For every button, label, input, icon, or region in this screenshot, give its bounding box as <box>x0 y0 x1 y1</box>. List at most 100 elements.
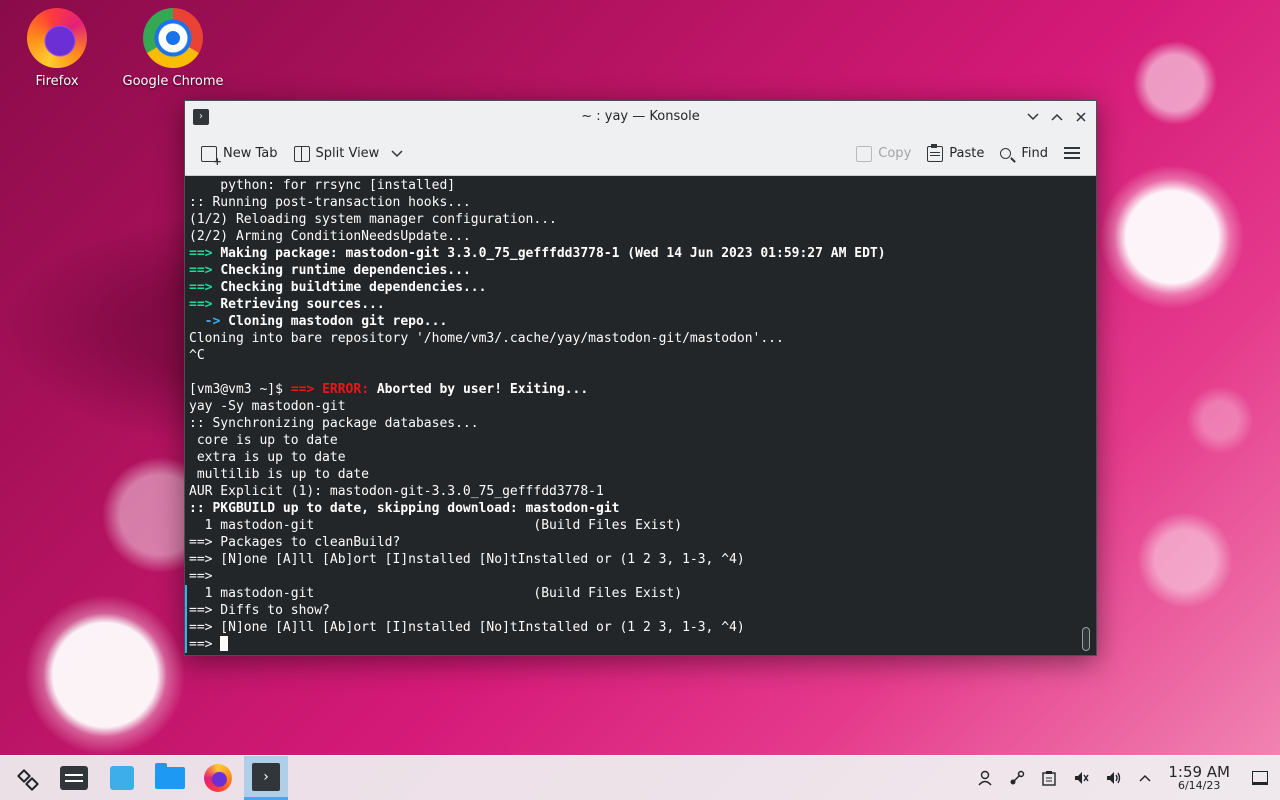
desktop-icon-label: Firefox <box>35 74 79 89</box>
chevron-up-icon <box>1051 113 1063 121</box>
software-store-icon <box>110 766 134 790</box>
konsole-window: › ~ : yay — Konsole New Tab Split View <box>184 100 1097 656</box>
terminal-output[interactable]: python: for rrsync [installed] :: Runnin… <box>185 177 1096 655</box>
desktop-icon-chrome[interactable]: Google Chrome <box>118 8 228 89</box>
terminal-line: ==> Diffs to show? <box>189 603 330 618</box>
find-button[interactable]: Find <box>992 142 1056 165</box>
terminal-line: (2/2) Arming ConditionNeedsUpdate... <box>189 229 471 244</box>
find-label: Find <box>1021 146 1048 161</box>
discover-button[interactable] <box>100 756 144 800</box>
shell-prompt: [vm3@vm3 ~]$ <box>189 382 291 397</box>
arrow-marker: ==> <box>189 297 221 312</box>
konsole-icon: › <box>252 762 280 791</box>
chrome-icon <box>143 8 203 68</box>
new-tab-button[interactable]: New Tab <box>193 142 286 168</box>
new-tab-label: New Tab <box>223 146 278 161</box>
clipboard-icon[interactable] <box>1040 769 1058 787</box>
title-bar[interactable]: › ~ : yay — Konsole <box>185 101 1096 132</box>
terminal-line: core is up to date <box>189 433 338 448</box>
search-icon <box>1000 148 1012 159</box>
konsole-app-icon[interactable]: › <box>193 108 209 125</box>
close-button[interactable] <box>1072 108 1090 126</box>
terminal-line: ==> <box>189 636 1080 653</box>
terminal-line: multilib is up to date <box>189 467 370 482</box>
terminal-line: ==> Checking buildtime dependencies... <box>189 279 1080 296</box>
desktop-icon-label: Google Chrome <box>122 74 224 89</box>
terminal-text: Making package: mastodon-git 3.3.0_75_ge… <box>220 246 886 261</box>
desktop-icon-firefox[interactable]: Firefox <box>2 8 112 89</box>
show-desktop-button[interactable] <box>1252 771 1268 785</box>
arrow-marker: ==> <box>189 280 221 295</box>
text-cursor <box>220 636 229 651</box>
split-view-label: Split View <box>315 146 380 161</box>
launcher-icon <box>16 768 36 788</box>
digital-clock[interactable]: 1:59 AM 6/14/23 <box>1168 762 1230 792</box>
firefox-icon <box>204 764 232 792</box>
arrow-marker: ==> <box>189 263 221 278</box>
terminal-line: :: Running post-transaction hooks... <box>189 195 471 210</box>
arrow-marker: ==> <box>189 246 221 261</box>
paste-icon <box>927 143 944 162</box>
firefox-icon <box>27 8 87 68</box>
terminal-line: 1 mastodon-git (Build Files Exist) <box>189 518 683 533</box>
system-tray: 1:59 AM 6/14/23 <box>976 762 1280 792</box>
minimize-button[interactable] <box>1024 108 1042 126</box>
copy-button[interactable]: Copy <box>848 142 919 166</box>
input-prompt: ==> <box>189 637 221 652</box>
terminal-line: ^C <box>189 348 205 363</box>
firefox-task-button[interactable] <box>196 756 240 800</box>
chevron-up-icon[interactable] <box>1136 769 1154 787</box>
chevron-down-icon <box>1027 112 1039 120</box>
close-icon <box>1076 111 1086 122</box>
settings-icon <box>60 766 88 790</box>
terminal-line: -> Cloning mastodon git repo... <box>189 313 1080 330</box>
konsole-task-button[interactable]: › <box>244 756 288 800</box>
selection-marker <box>185 585 187 653</box>
terminal-text: Retrieving sources... <box>220 297 385 312</box>
taskbar: › 1:59 AM 6/14/23 <box>0 755 1280 800</box>
hamburger-menu-icon <box>1064 151 1080 154</box>
terminal-line: ==> [N]one [A]ll [Ab]ort [I]nstalled [No… <box>189 552 745 567</box>
chevron-down-icon[interactable] <box>391 149 403 158</box>
terminal-line: ==> Making package: mastodon-git 3.3.0_7… <box>189 245 1080 262</box>
volume-icon[interactable] <box>1104 769 1122 787</box>
clock-time: 1:59 AM <box>1168 762 1230 781</box>
error-label: ERROR: <box>322 382 370 397</box>
terminal-text: Checking buildtime dependencies... <box>220 280 487 295</box>
split-view-button[interactable]: Split View <box>286 142 412 166</box>
terminal-line: ==> Packages to cleanBuild? <box>189 535 401 550</box>
terminal-text: Aborted by user! Exiting... <box>369 382 589 397</box>
split-view-icon <box>293 145 310 162</box>
error-arrow: ==> <box>290 382 323 397</box>
folder-icon <box>155 763 185 789</box>
terminal-line: ==> Checking runtime dependencies... <box>189 262 1080 279</box>
user-icon[interactable] <box>976 769 994 787</box>
copy-label: Copy <box>878 146 912 161</box>
hamburger-menu-button[interactable] <box>1056 142 1088 166</box>
application-launcher-button[interactable] <box>4 756 48 800</box>
paste-label: Paste <box>949 146 985 161</box>
window-title: ~ : yay — Konsole <box>581 109 700 124</box>
terminal-line: :: PKGBUILD up to date, skipping downloa… <box>189 501 620 516</box>
terminal-text: Cloning mastodon git repo... <box>228 314 448 329</box>
terminal-text: Checking runtime dependencies... <box>220 263 471 278</box>
scrollbar-thumb[interactable] <box>1082 627 1090 651</box>
terminal-line: ==> <box>189 569 213 584</box>
muted-speaker-icon[interactable] <box>1072 769 1090 787</box>
system-settings-button[interactable] <box>52 756 96 800</box>
terminal-line: extra is up to date <box>189 450 346 465</box>
terminal-line: ==> Retrieving sources... <box>189 296 1080 313</box>
file-manager-button[interactable] <box>148 756 192 800</box>
terminal-line: Cloning into bare repository '/home/vm3/… <box>189 331 784 346</box>
paste-button[interactable]: Paste <box>919 142 992 166</box>
terminal-line: AUR Explicit (1): mastodon-git-3.3.0_75_… <box>189 484 604 499</box>
maximize-button[interactable] <box>1048 108 1066 126</box>
sub-arrow-marker: -> <box>189 314 229 329</box>
terminal-line: (1/2) Reloading system manager configura… <box>189 212 557 227</box>
copy-icon <box>856 145 873 162</box>
connect-icon[interactable] <box>1008 769 1026 787</box>
terminal-line: 1 mastodon-git (Build Files Exist) <box>189 586 683 601</box>
terminal-line: python: for rrsync [installed] <box>189 178 456 193</box>
terminal-line: yay -Sy mastodon-git <box>189 399 346 414</box>
